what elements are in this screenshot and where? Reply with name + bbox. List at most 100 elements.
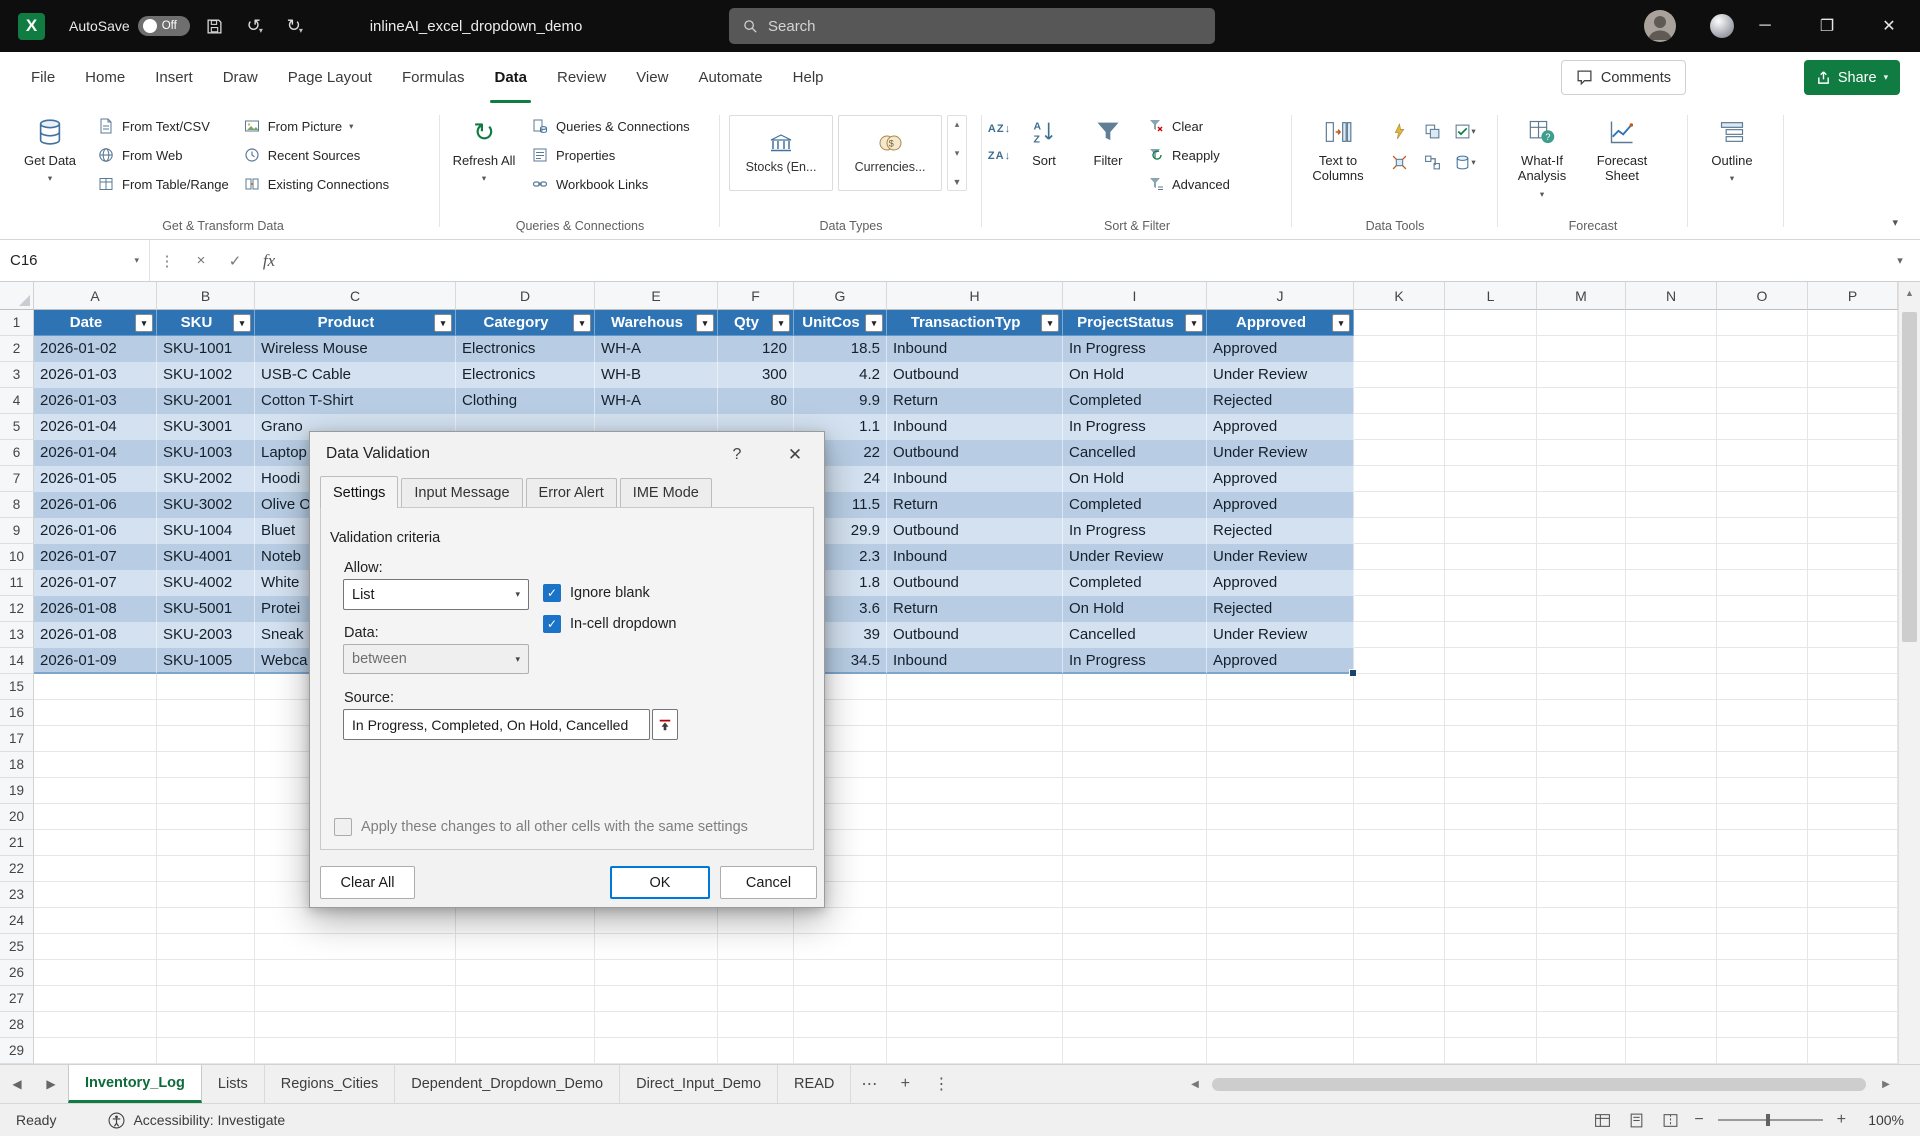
- row-header-24[interactable]: 24: [0, 908, 34, 934]
- cell-N8[interactable]: [1626, 492, 1717, 518]
- redo-button[interactable]: ↻▾: [280, 11, 310, 41]
- cell-E1[interactable]: Warehous▾: [595, 310, 718, 336]
- autosave-control[interactable]: AutoSave Off: [69, 16, 190, 36]
- cell-F24[interactable]: [718, 908, 794, 934]
- cell-N2[interactable]: [1626, 336, 1717, 362]
- cell-M29[interactable]: [1537, 1038, 1626, 1064]
- cell-L12[interactable]: [1445, 596, 1537, 622]
- cell-B27[interactable]: [157, 986, 255, 1012]
- cell-A28[interactable]: [34, 1012, 157, 1038]
- cell-D24[interactable]: [456, 908, 595, 934]
- cell-J4[interactable]: Rejected: [1207, 388, 1354, 414]
- consolidate-button[interactable]: [1384, 148, 1414, 176]
- cell-K8[interactable]: [1354, 492, 1445, 518]
- cell-A17[interactable]: [34, 726, 157, 752]
- cell-K6[interactable]: [1354, 440, 1445, 466]
- cell-B16[interactable]: [157, 700, 255, 726]
- cell-D1[interactable]: Category▾: [456, 310, 595, 336]
- cell-H20[interactable]: [887, 804, 1063, 830]
- cell-J16[interactable]: [1207, 700, 1354, 726]
- cell-O20[interactable]: [1717, 804, 1808, 830]
- scroll-left-icon[interactable]: ◀: [1185, 1065, 1205, 1104]
- cell-L22[interactable]: [1445, 856, 1537, 882]
- cell-H28[interactable]: [887, 1012, 1063, 1038]
- cell-D25[interactable]: [456, 934, 595, 960]
- autosave-toggle[interactable]: Off: [138, 16, 190, 36]
- cell-I12[interactable]: On Hold: [1063, 596, 1207, 622]
- zoom-slider-knob[interactable]: [1766, 1114, 1770, 1126]
- cell-L8[interactable]: [1445, 492, 1537, 518]
- copilot-icon[interactable]: [1710, 14, 1734, 38]
- stocks-data-type[interactable]: Stocks (En...: [729, 115, 833, 191]
- cell-M3[interactable]: [1537, 362, 1626, 388]
- sheet-tab-inventory_log[interactable]: Inventory_Log: [68, 1065, 202, 1103]
- cell-O22[interactable]: [1717, 856, 1808, 882]
- cell-H18[interactable]: [887, 752, 1063, 778]
- sheet-tab-read[interactable]: READ: [778, 1065, 851, 1103]
- filter-button-approved[interactable]: ▾: [1332, 314, 1350, 332]
- cancel-entry-button[interactable]: ×: [184, 252, 218, 269]
- cell-M13[interactable]: [1537, 622, 1626, 648]
- row-header-6[interactable]: 6: [0, 440, 34, 466]
- cell-K23[interactable]: [1354, 882, 1445, 908]
- cell-A5[interactable]: 2026-01-04: [34, 414, 157, 440]
- cell-I8[interactable]: Completed: [1063, 492, 1207, 518]
- cell-L18[interactable]: [1445, 752, 1537, 778]
- cell-P12[interactable]: [1808, 596, 1898, 622]
- cell-I2[interactable]: In Progress: [1063, 336, 1207, 362]
- cell-A6[interactable]: 2026-01-04: [34, 440, 157, 466]
- cell-O18[interactable]: [1717, 752, 1808, 778]
- cell-J21[interactable]: [1207, 830, 1354, 856]
- row-header-22[interactable]: 22: [0, 856, 34, 882]
- ribbon-tab-view[interactable]: View: [621, 52, 683, 103]
- cell-O8[interactable]: [1717, 492, 1808, 518]
- cell-J23[interactable]: [1207, 882, 1354, 908]
- cell-B4[interactable]: SKU-2001: [157, 388, 255, 414]
- filter-button-date[interactable]: ▾: [135, 314, 153, 332]
- row-header-20[interactable]: 20: [0, 804, 34, 830]
- cell-I10[interactable]: Under Review: [1063, 544, 1207, 570]
- cell-P9[interactable]: [1808, 518, 1898, 544]
- source-input[interactable]: [343, 709, 650, 740]
- cell-B24[interactable]: [157, 908, 255, 934]
- cell-N26[interactable]: [1626, 960, 1717, 986]
- row-header-26[interactable]: 26: [0, 960, 34, 986]
- cell-A14[interactable]: 2026-01-09: [34, 648, 157, 674]
- cell-I24[interactable]: [1063, 908, 1207, 934]
- cell-H4[interactable]: Return: [887, 388, 1063, 414]
- cell-P25[interactable]: [1808, 934, 1898, 960]
- cell-I16[interactable]: [1063, 700, 1207, 726]
- cell-M4[interactable]: [1537, 388, 1626, 414]
- from-web-button[interactable]: From Web: [90, 142, 236, 168]
- sheet-nav-left-icon[interactable]: ◀: [0, 1065, 34, 1103]
- cell-C24[interactable]: [255, 908, 456, 934]
- cell-O23[interactable]: [1717, 882, 1808, 908]
- cell-K1[interactable]: [1354, 310, 1445, 336]
- cell-H16[interactable]: [887, 700, 1063, 726]
- vertical-scrollbar[interactable]: ▲: [1898, 282, 1920, 1064]
- cell-H10[interactable]: Inbound: [887, 544, 1063, 570]
- cell-L16[interactable]: [1445, 700, 1537, 726]
- cell-J3[interactable]: Under Review: [1207, 362, 1354, 388]
- cell-J26[interactable]: [1207, 960, 1354, 986]
- cell-K21[interactable]: [1354, 830, 1445, 856]
- cell-K13[interactable]: [1354, 622, 1445, 648]
- cell-B19[interactable]: [157, 778, 255, 804]
- cell-F1[interactable]: Qty▾: [718, 310, 794, 336]
- cell-J8[interactable]: Approved: [1207, 492, 1354, 518]
- cell-G28[interactable]: [794, 1012, 887, 1038]
- cell-P26[interactable]: [1808, 960, 1898, 986]
- from-table-range-button[interactable]: From Table/Range: [90, 171, 236, 197]
- cell-H25[interactable]: [887, 934, 1063, 960]
- row-header-10[interactable]: 10: [0, 544, 34, 570]
- cell-A2[interactable]: 2026-01-02: [34, 336, 157, 362]
- tab-ime-mode[interactable]: IME Mode: [620, 478, 712, 507]
- name-box-splitter[interactable]: ⋮: [150, 252, 184, 270]
- cell-M15[interactable]: [1537, 674, 1626, 700]
- cell-L20[interactable]: [1445, 804, 1537, 830]
- cell-F26[interactable]: [718, 960, 794, 986]
- cell-L4[interactable]: [1445, 388, 1537, 414]
- cell-N24[interactable]: [1626, 908, 1717, 934]
- add-sheet-button[interactable]: +: [887, 1065, 923, 1103]
- cell-I18[interactable]: [1063, 752, 1207, 778]
